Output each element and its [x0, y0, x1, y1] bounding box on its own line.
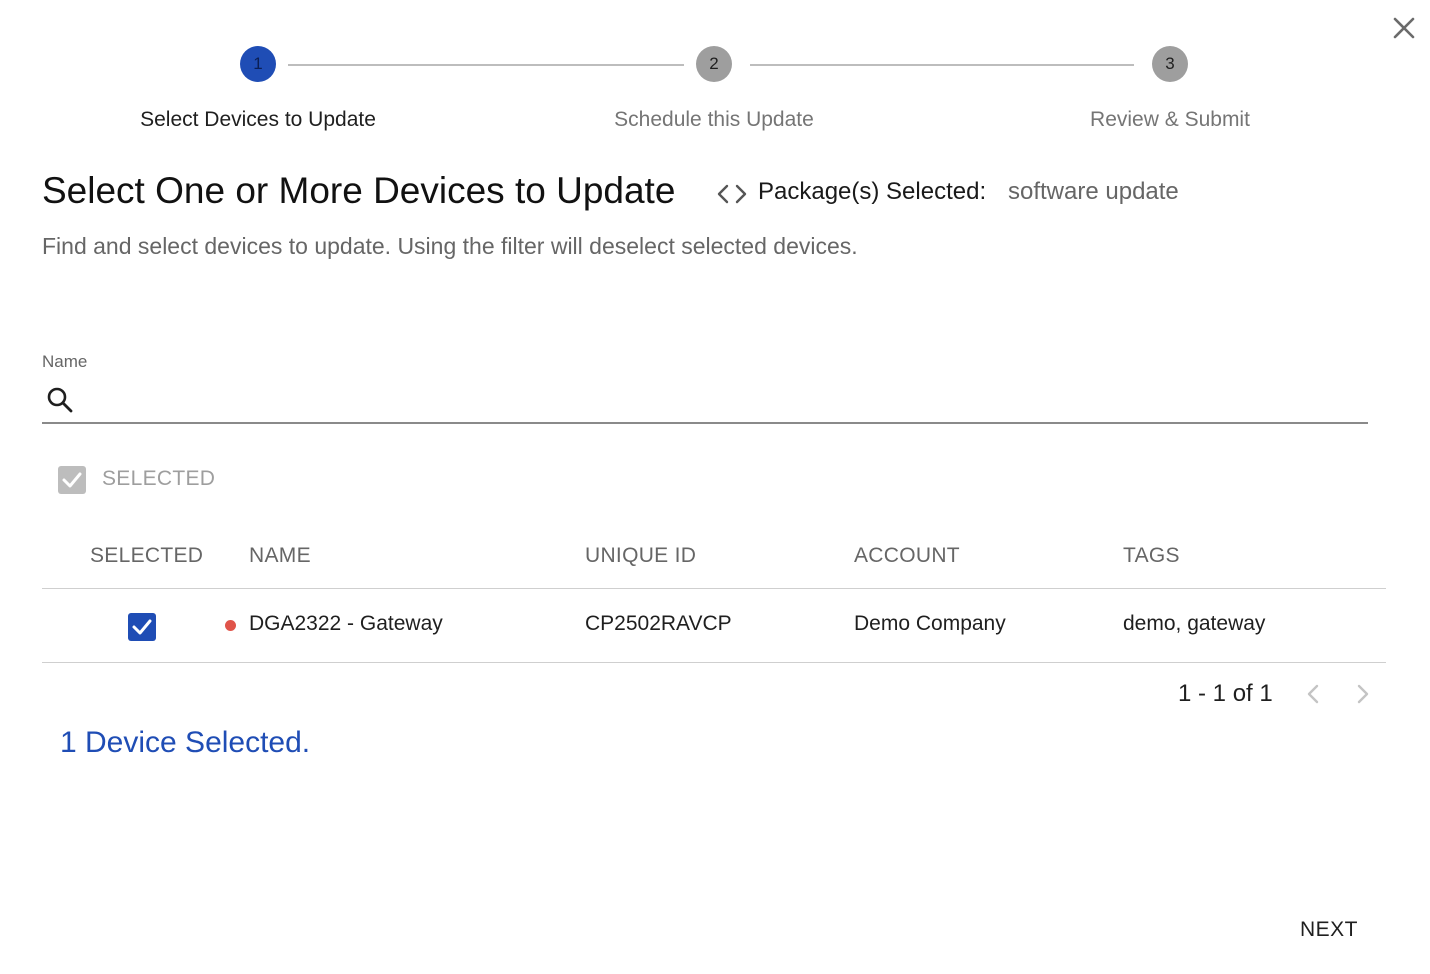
package-value: software update — [1008, 178, 1179, 205]
search-icon — [44, 384, 76, 416]
step-3-indicator: 3 — [1152, 46, 1188, 82]
device-tags: demo, gateway — [1123, 612, 1266, 635]
selected-filter-label: SELECTED — [102, 467, 216, 490]
check-icon — [132, 619, 152, 635]
check-icon — [62, 472, 82, 488]
chevron-right-icon[interactable] — [1348, 680, 1376, 708]
name-search-field — [42, 376, 1368, 424]
pagination-range: 1 - 1 of 1 — [1178, 680, 1273, 707]
search-input[interactable] — [86, 382, 1356, 418]
column-header-unique-id[interactable]: UNIQUE ID — [585, 544, 696, 568]
step-connector — [750, 64, 1134, 66]
step-connector — [288, 64, 684, 66]
step-1-indicator: 1 — [240, 46, 276, 82]
step-number: 3 — [1165, 54, 1175, 73]
row-select-checkbox[interactable] — [128, 613, 156, 641]
selected-filter-checkbox[interactable] — [58, 466, 86, 494]
step-1-label: Select Devices to Update — [140, 108, 376, 131]
page-title: Select One or More Devices to Update — [42, 170, 676, 211]
table-row[interactable]: DGA2322 - Gateway CP2502RAVCP Demo Compa… — [42, 589, 1386, 663]
step-number: 1 — [253, 54, 263, 73]
chevron-left-icon[interactable] — [1300, 680, 1328, 708]
device-account: Demo Company — [854, 612, 1006, 635]
device-name[interactable]: DGA2322 - Gateway — [249, 612, 443, 636]
column-header-selected[interactable]: SELECTED — [90, 544, 203, 568]
column-header-name[interactable]: NAME — [249, 544, 311, 568]
step-3-label: Review & Submit — [1090, 108, 1250, 131]
column-header-tags[interactable]: TAGS — [1123, 544, 1180, 568]
step-2-label: Schedule this Update — [614, 108, 814, 131]
stepper: 1 2 3 Select Devices to Update Schedule … — [0, 0, 1430, 150]
package-label: Package(s) Selected: — [758, 178, 987, 205]
step-number: 2 — [709, 54, 719, 73]
name-field-label: Name — [42, 352, 88, 371]
code-icon — [716, 182, 748, 206]
device-unique-id: CP2502RAVCP — [585, 612, 732, 635]
page-subtitle: Find and select devices to update. Using… — [42, 233, 858, 259]
step-2-indicator: 2 — [696, 46, 732, 82]
column-header-account[interactable]: ACCOUNT — [854, 544, 960, 568]
status-dot-icon — [225, 620, 236, 631]
selection-summary: 1 Device Selected. — [60, 726, 311, 759]
next-button[interactable]: NEXT — [1300, 918, 1358, 942]
